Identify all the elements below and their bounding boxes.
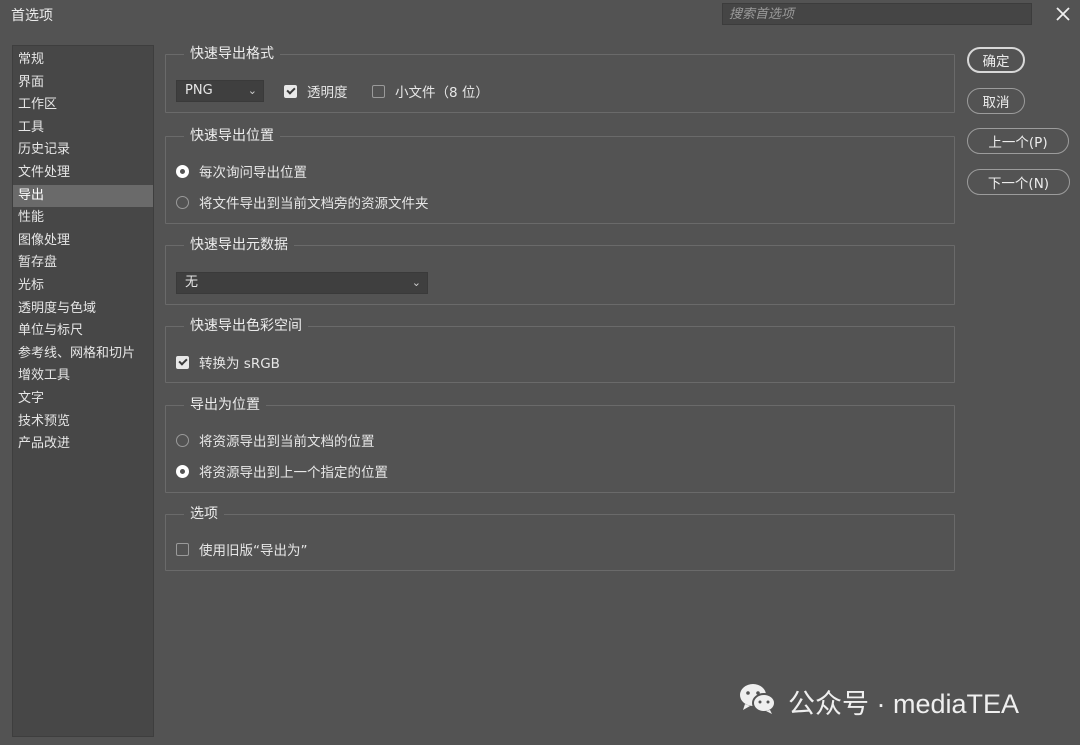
export-as-location-group: 导出为位置 将资源导出到当前文档的位置 将资源导出到上一个指定的位置 [165,396,955,493]
sidebar-item-image-processing[interactable]: 图像处理 [13,230,153,253]
sidebar-item-tech-previews[interactable]: 技术预览 [13,411,153,434]
export-as-option-last: 将资源导出到上一个指定的位置 [176,461,388,481]
ok-button[interactable]: 确定 [967,47,1025,73]
metadata-select[interactable]: 无 ⌄ [176,272,428,294]
cancel-button[interactable]: 取消 [967,88,1025,114]
group-title: 导出为位置 [184,396,266,414]
watermark-text: 公众号 · mediaTEA [788,689,1020,719]
export-as-option-current: 将资源导出到当前文档的位置 [176,430,375,450]
sidebar-item-type[interactable]: 文字 [13,388,153,411]
export-as-last-radio[interactable] [176,464,189,478]
previous-button[interactable]: 上一个(P) [967,128,1069,154]
format-select-value: PNG [185,83,213,98]
legacy-export-label: 使用旧版“导出为” [199,543,308,559]
sidebar-item-guides-grid-slices[interactable]: 参考线、网格和切片 [13,343,153,366]
metadata-select-value: 无 [185,275,199,290]
legacy-export-row: 使用旧版“导出为” [176,539,308,559]
group-title: 快速导出元数据 [184,236,294,254]
watermark: 公众号 · mediaTEA [738,682,1019,721]
sidebar-item-export[interactable]: 导出 [13,184,153,208]
sidebar-item-units-rulers[interactable]: 单位与标尺 [13,320,153,343]
small-file-label: 小文件（8 位） [395,85,489,101]
sidebar-item-performance[interactable]: 性能 [13,207,153,230]
quick-export-colorspace-group: 快速导出色彩空间 转换为 sRGB [165,317,955,383]
options-group: 选项 使用旧版“导出为” [165,505,955,571]
next-button[interactable]: 下一个(N) [967,169,1070,195]
chevron-down-icon: ⌄ [247,84,257,97]
group-title: 快速导出格式 [184,45,280,63]
location-assets-folder-radio[interactable] [176,195,189,209]
location-ask-radio[interactable] [176,164,189,178]
title-bar: 首选项 [0,0,1080,30]
sidebar-item-general[interactable]: 常规 [13,49,153,72]
quick-export-metadata-group: 快速导出元数据 无 ⌄ [165,236,955,305]
group-title: 选项 [184,505,224,523]
small-file-row: 小文件（8 位） [372,80,489,102]
close-icon[interactable] [1052,3,1074,25]
convert-srgb-label: 转换为 sRGB [199,356,280,372]
export-as-current-label: 将资源导出到当前文档的位置 [199,434,375,450]
sidebar-item-history[interactable]: 历史记录 [13,139,153,162]
location-ask-label: 每次询问导出位置 [199,165,307,181]
sidebar-item-file-handling[interactable]: 文件处理 [13,162,153,185]
chevron-down-icon: ⌄ [411,276,421,289]
location-assets-folder-label: 将文件导出到当前文档旁的资源文件夹 [199,196,429,212]
search-input[interactable] [722,3,1032,25]
sidebar-item-interface[interactable]: 界面 [13,72,153,95]
sidebar-item-transparency-gamut[interactable]: 透明度与色域 [13,298,153,321]
transparency-checkbox[interactable] [284,84,297,98]
group-title: 快速导出色彩空间 [184,317,308,335]
convert-srgb-row: 转换为 sRGB [176,352,280,372]
sidebar-item-product-improvement[interactable]: 产品改进 [13,433,153,456]
sidebar-item-workspace[interactable]: 工作区 [13,94,153,117]
export-as-current-radio[interactable] [176,433,189,447]
legacy-export-checkbox[interactable] [176,542,189,556]
sidebar-item-tools[interactable]: 工具 [13,117,153,140]
sidebar-item-scratch-disks[interactable]: 暂存盘 [13,252,153,275]
wechat-icon [738,682,776,721]
window-title: 首选项 [11,8,53,24]
group-title: 快速导出位置 [184,127,280,145]
sidebar-item-plugins[interactable]: 增效工具 [13,365,153,388]
format-select[interactable]: PNG ⌄ [176,80,264,102]
quick-export-location-group: 快速导出位置 每次询问导出位置 将文件导出到当前文档旁的资源文件夹 [165,127,955,224]
convert-srgb-checkbox[interactable] [176,355,189,369]
location-option-assets-folder: 将文件导出到当前文档旁的资源文件夹 [176,192,429,212]
preferences-sidebar: 常规 界面 工作区 工具 历史记录 文件处理 导出 性能 图像处理 暂存盘 光标… [12,45,154,737]
sidebar-item-cursors[interactable]: 光标 [13,275,153,298]
export-as-last-label: 将资源导出到上一个指定的位置 [199,465,388,481]
transparency-label: 透明度 [307,85,348,101]
quick-export-format-group: 快速导出格式 PNG ⌄ 透明度 小文件（8 位） [165,45,955,113]
small-file-checkbox[interactable] [372,84,385,98]
transparency-row: 透明度 [284,80,348,102]
location-option-ask: 每次询问导出位置 [176,161,307,181]
